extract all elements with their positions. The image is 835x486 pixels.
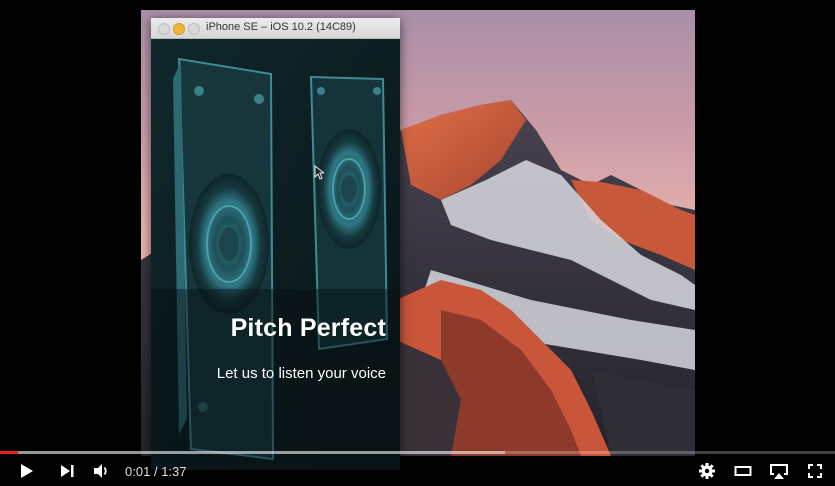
- minimize-window-button[interactable]: [173, 23, 185, 35]
- player-controls: 0:01 / 1:37: [0, 456, 835, 486]
- theater-mode-button[interactable]: [730, 456, 756, 486]
- zoom-window-button[interactable]: [188, 23, 200, 35]
- fullscreen-button[interactable]: [803, 456, 827, 486]
- settings-icon: [699, 463, 715, 479]
- fullscreen-icon: [808, 464, 822, 478]
- next-button[interactable]: [54, 456, 80, 486]
- volume-button[interactable]: [88, 456, 114, 486]
- settings-button[interactable]: [695, 456, 719, 486]
- theater-mode-icon: [734, 466, 752, 476]
- simulator-window[interactable]: iPhone SE – iOS 10.2 (14C89) Pitch Perfe…: [151, 18, 400, 470]
- progress-loaded: [0, 451, 506, 454]
- progress-played: [0, 451, 18, 454]
- airplay-button[interactable]: [765, 456, 793, 486]
- app-title: Pitch Perfect: [230, 314, 386, 342]
- speakers-background-image: [151, 39, 400, 470]
- play-icon: [21, 464, 33, 478]
- progress-bar[interactable]: [0, 451, 835, 454]
- time-separator: /: [153, 464, 158, 479]
- volume-icon: [94, 464, 107, 478]
- video-player[interactable]: iPhone SE – iOS 10.2 (14C89) Pitch Perfe…: [0, 0, 835, 486]
- time-display: 0:01 / 1:37: [125, 464, 187, 479]
- close-window-button[interactable]: [158, 23, 170, 35]
- next-icon: [61, 465, 74, 477]
- simulator-titlebar[interactable]: iPhone SE – iOS 10.2 (14C89): [151, 18, 400, 39]
- current-time: 0:01: [125, 464, 151, 479]
- app-screen[interactable]: Pitch Perfect Let us to listen your voic…: [151, 39, 400, 470]
- mouse-cursor-icon: [314, 165, 324, 180]
- play-button[interactable]: [12, 456, 40, 486]
- app-subtitle: Let us to listen your voice: [216, 365, 386, 382]
- simulator-window-title: iPhone SE – iOS 10.2 (14C89): [206, 21, 356, 33]
- duration: 1:37: [161, 464, 187, 479]
- airplay-icon: [770, 464, 788, 479]
